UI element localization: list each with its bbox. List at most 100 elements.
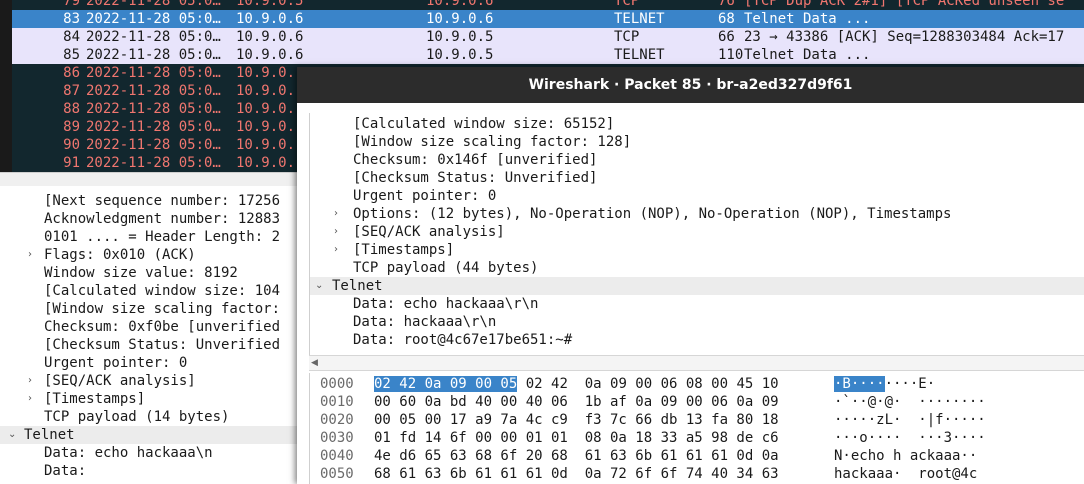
window-detail-label: [Window size scaling factor: 128]	[353, 134, 632, 150]
packet-number: 91	[63, 155, 80, 171]
detail-tree-item[interactable]: Data:	[0, 462, 300, 480]
detail-tree-item[interactable]: [Next sequence number: 17256	[0, 192, 300, 210]
packet-number: 90	[63, 137, 80, 153]
packet-row[interactable]: 83 2022-11-28 05:0… 10.9.0.6 10.9.0.6 TELNET…	[12, 10, 1084, 28]
window-detail-tree-item[interactable]: › [SEQ/ACK analysis]	[310, 223, 1084, 241]
packet-detail-window[interactable]: Wireshark · Packet 85 · br-a2ed327d9f61 …	[297, 67, 1084, 484]
collapsed-chevron-icon[interactable]: ›	[334, 241, 338, 259]
detail-tree-item[interactable]: [Checksum Status: Unverified	[0, 336, 300, 354]
window-detail-tree-item[interactable]: [Window size scaling factor: 128]	[310, 133, 1084, 151]
detail-tree-item[interactable]: [Calculated window size: 104	[0, 282, 300, 300]
detail-tree-item[interactable]: › [SEQ/ACK analysis]	[0, 372, 300, 390]
window-detail-tree-item[interactable]: Data: echo hackaaa\r\n	[310, 295, 1084, 313]
hex-row[interactable]: 0050 68 61 63 6b 61 61 61 0d 0a 72 6f 6f …	[310, 465, 1084, 483]
packet-row[interactable]: 84 2022-11-28 05:0… 10.9.0.6 10.9.0.5 TCP 66 2…	[12, 28, 1084, 46]
detail-tree-item[interactable]: Data: echo hackaaa\n	[0, 444, 300, 462]
packet-time: 2022-11-28 05:0…	[86, 137, 221, 153]
window-hex-dump[interactable]: 0000 02 42 0a 09 00 05 02 42 0a 09 00 06 …	[309, 373, 1084, 484]
packet-destination: 10.9.0.5	[426, 47, 494, 63]
packet-number: 83	[63, 11, 80, 27]
packet-source: 10.9.0.	[236, 83, 296, 99]
hex-bytes[interactable]: 00 60 0a bd 40 00 40 06 1b af 0a 09 00 0…	[374, 393, 779, 411]
packet-protocol: TELNET	[614, 47, 665, 63]
collapsed-chevron-icon[interactable]: ›	[334, 205, 338, 223]
window-detail-tree-item[interactable]: [Calculated window size: 65152]	[310, 115, 1084, 133]
detail-tree-item[interactable]: [Window size scaling factor:	[0, 300, 300, 318]
window-title[interactable]: Wireshark · Packet 85 · br-a2ed327d9f61	[297, 67, 1084, 103]
ascii-bytes[interactable]: ···o···· ···3····	[834, 429, 986, 447]
collapsed-chevron-icon[interactable]: ›	[28, 372, 32, 390]
expanded-chevron-icon[interactable]: ⌄	[315, 277, 323, 295]
window-detail-tree-item[interactable]: Checksum: 0x146f [unverified]	[310, 151, 1084, 169]
detail-tree-item[interactable]: Acknowledgment number: 12883	[0, 210, 300, 228]
window-detail-tree-item[interactable]: › Options: (12 bytes), No-Operation (NOP)…	[310, 205, 1084, 223]
hex-bytes-text: 01 fd 14 6f 00 00 01 01 08 0a 18 33 a5 9…	[374, 430, 779, 446]
hex-row[interactable]: 0000 02 42 0a 09 00 05 02 42 0a 09 00 06 …	[310, 375, 1084, 393]
detail-tree-item[interactable]: TCP payload (14 bytes)	[0, 408, 300, 426]
window-detail-label: Checksum: 0x146f [unverified]	[353, 152, 598, 168]
window-detail-tree-item[interactable]: Data: hackaaa\r\n	[310, 313, 1084, 331]
hex-row[interactable]: 0010 00 60 0a bd 40 00 40 06 1b af 0a 09 …	[310, 393, 1084, 411]
ascii-bytes-text: ····E·	[884, 376, 936, 392]
window-detail-tree-item[interactable]: [Checksum Status: Unverified]	[310, 169, 1084, 187]
packet-source: 10.9.0.	[236, 137, 296, 153]
collapsed-chevron-icon[interactable]: ›	[28, 390, 32, 408]
hex-bytes[interactable]: 02 42 0a 09 00 05 02 42 0a 09 00 06 08 0…	[374, 375, 779, 393]
detail-tree-label: Acknowledgment number: 12883	[44, 211, 281, 227]
hex-row[interactable]: 0020 00 05 00 17 a9 7a 4c c9 f3 7c 66 db …	[310, 411, 1084, 429]
window-detail-tree-item[interactable]: TCP payload (44 bytes)	[310, 259, 1084, 277]
window-detail-label: [SEQ/ACK analysis]	[353, 224, 505, 240]
ascii-bytes[interactable]: ·B········E·	[834, 375, 935, 393]
expanded-chevron-icon[interactable]: ⌄	[8, 426, 16, 444]
ascii-bytes-selected[interactable]: ·B····	[834, 376, 885, 392]
hex-row[interactable]: 0040 4e d6 65 63 68 6f 20 68 61 63 6b 61 …	[310, 447, 1084, 465]
detail-tree-label: [Timestamps]	[44, 391, 146, 407]
window-details-horizontal-scrollbar[interactable]: ◀	[309, 355, 1084, 371]
window-packet-details-tree[interactable]: [Calculated window size: 65152] [Window s…	[309, 113, 1084, 355]
detail-tree-item[interactable]: 0101 .... = Header Length: 2	[0, 228, 300, 246]
window-detail-tree-item[interactable]: Data: root@4c67e17be651:~#	[310, 331, 1084, 349]
hex-bytes[interactable]: 68 61 63 6b 61 61 61 0d 0a 72 6f 6f 74 4…	[374, 465, 779, 483]
hex-bytes[interactable]: 4e d6 65 63 68 6f 20 68 61 63 6b 61 61 6…	[374, 447, 779, 465]
detail-tree-label: [Calculated window size: 104	[44, 283, 281, 299]
packet-info: [TCP Dup ACK 2#1] [TCP ACKed unseen se	[744, 0, 1065, 9]
ascii-bytes[interactable]: ·`··@·@· ········	[834, 393, 986, 411]
ascii-bytes[interactable]: hackaaa· root@4c	[834, 465, 977, 483]
hex-bytes-selected[interactable]: 02 42 0a 09 00 05	[374, 376, 518, 392]
hex-bytes[interactable]: 00 05 00 17 a9 7a 4c c9 f3 7c 66 db 13 f…	[374, 411, 779, 429]
detail-tree-label: TCP payload (14 bytes)	[44, 409, 230, 425]
collapsed-chevron-icon[interactable]: ›	[28, 246, 32, 264]
detail-tree-label: Data:	[44, 463, 87, 479]
hex-row[interactable]: 0030 01 fd 14 6f 00 00 01 01 08 0a 18 33 …	[310, 429, 1084, 447]
detail-tree-item[interactable]: › Flags: 0x010 (ACK)	[0, 246, 300, 264]
packet-row[interactable]: 85 2022-11-28 05:0… 10.9.0.6 10.9.0.5 TELNET…	[12, 46, 1084, 64]
scroll-left-arrow-icon[interactable]: ◀	[311, 356, 318, 370]
packet-time: 2022-11-28 05:0…	[86, 29, 221, 45]
ascii-bytes[interactable]: N·echo h ackaaa··	[834, 447, 977, 465]
detail-tree-item[interactable]: Urgent pointer: 0	[0, 354, 300, 372]
packet-time: 2022-11-28 05:0…	[86, 0, 221, 9]
packet-details-pane[interactable]: [Next sequence number: 17256 Acknowledgme…	[0, 186, 300, 484]
detail-tree-item[interactable]: Window size value: 8192	[0, 264, 300, 282]
window-detail-tree-item[interactable]: ⌄ Telnet	[310, 277, 1084, 295]
packet-list-horizontal-scrollbar[interactable]	[0, 172, 300, 187]
packet-row[interactable]: 79 2022-11-28 05:0… 10.9.0.5 10.9.0.6 TCP 76 […	[12, 0, 1084, 10]
hex-bytes-text: 02 42 0a 09 00 06 08 00 45 10	[517, 376, 779, 392]
window-detail-tree-item[interactable]: › [Timestamps]	[310, 241, 1084, 259]
packet-list-gutter	[0, 0, 12, 172]
ascii-bytes-text: ·`··@·@· ········	[834, 394, 986, 410]
window-detail-tree-item[interactable]: Urgent pointer: 0	[310, 187, 1084, 205]
window-detail-label: [Calculated window size: 65152]	[353, 116, 615, 132]
hex-bytes[interactable]: 01 fd 14 6f 00 00 01 01 08 0a 18 33 a5 9…	[374, 429, 779, 447]
detail-tree-item[interactable]: › [Timestamps]	[0, 390, 300, 408]
window-detail-label: Data: root@4c67e17be651:~#	[353, 332, 573, 348]
packet-info: Telnet Data ...	[744, 11, 871, 27]
packet-source: 10.9.0.6	[236, 11, 304, 27]
detail-tree-item[interactable]: ⌄ Telnet	[0, 426, 300, 444]
detail-tree-item[interactable]: Checksum: 0xf0be [unverified	[0, 318, 300, 336]
detail-tree-label: Window size value: 8192	[44, 265, 238, 281]
ascii-bytes[interactable]: ·····zL· ·|f·····	[834, 411, 986, 429]
packet-destination: 10.9.0.5	[426, 29, 494, 45]
packet-info: 23 → 43386 [ACK] Seq=1288303484 Ack=17	[744, 29, 1065, 45]
collapsed-chevron-icon[interactable]: ›	[334, 223, 338, 241]
